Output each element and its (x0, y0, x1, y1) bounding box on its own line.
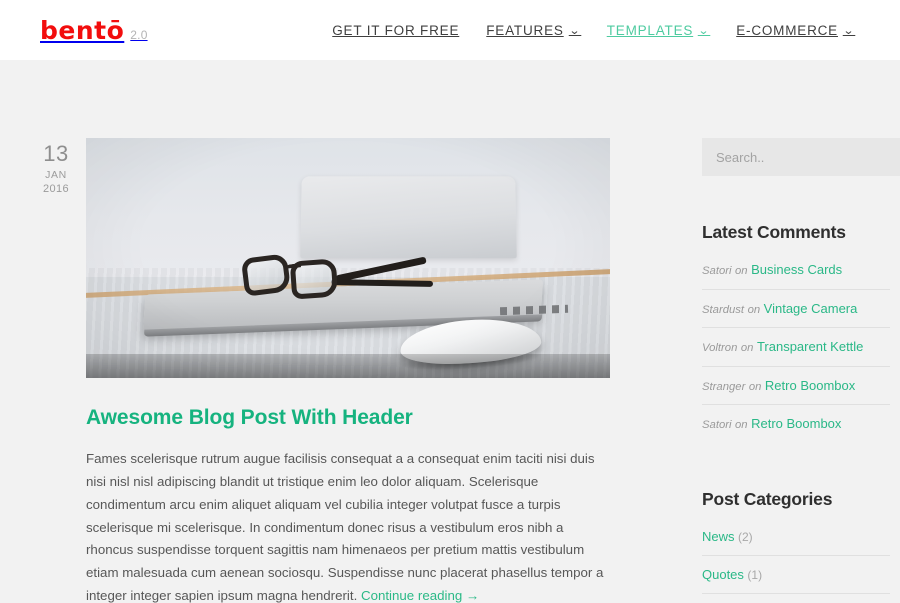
site-logo[interactable]: bentō 2.0 (40, 18, 148, 43)
list-item: Voltron on Transparent Kettle (702, 328, 890, 367)
comment-author: Voltron (702, 342, 738, 355)
comment-on-label: on (748, 380, 762, 393)
comment-post-link[interactable]: Transparent Kettle (757, 339, 863, 354)
list-item: Stranger on Retro Boombox (702, 367, 890, 406)
brand-version: 2.0 (130, 27, 148, 42)
comment-on-label: on (735, 419, 748, 432)
brand-name: bentō (40, 15, 125, 45)
list-item: Satori on Retro Boombox (702, 405, 890, 443)
main-navigation: GET IT FOR FREE FEATURES ⌄ TEMPLATES ⌄ E… (332, 23, 854, 38)
nav-item-get-it-for-free[interactable]: GET IT FOR FREE (332, 23, 459, 38)
post-date-day: 13 (43, 141, 69, 166)
comment-author: Satori (702, 265, 732, 277)
list-item: Strange Ideas (2) (702, 594, 890, 603)
comment-post-link[interactable]: Retro Boombox (751, 416, 841, 431)
category-link-quotes[interactable]: Quotes (702, 567, 744, 582)
chevron-down-icon: ⌄ (568, 24, 581, 37)
post-date-month: JAN (45, 169, 67, 182)
comment-author: Stranger (702, 380, 746, 393)
post-date: 13 JAN 2016 (26, 138, 86, 603)
search-input[interactable] (702, 138, 900, 176)
nav-label: FEATURES (486, 22, 564, 38)
continue-reading-link[interactable]: Continue reading → (361, 588, 479, 603)
comment-on-label: on (747, 303, 761, 316)
nav-item-e-commerce[interactable]: E-COMMERCE ⌄ (736, 23, 854, 38)
post-title[interactable]: Awesome Blog Post With Header (86, 406, 610, 430)
comment-author: Satori (702, 419, 732, 432)
post-excerpt: Fames scelerisque rutrum augue facilisis… (86, 448, 610, 603)
category-count: (2) (738, 529, 753, 544)
nav-item-templates[interactable]: TEMPLATES ⌄ (607, 23, 710, 38)
blog-post: Awesome Blog Post With Header Fames scel… (86, 138, 610, 603)
site-header: bentō 2.0 GET IT FOR FREE FEATURES ⌄ TEM… (0, 0, 900, 60)
comment-author: Stardust (702, 303, 745, 316)
nav-label: E-COMMERCE (736, 22, 838, 38)
post-featured-image[interactable] (86, 138, 610, 378)
post-title-text: Awesome Blog Post With Header (86, 406, 413, 429)
sidebar: Latest Comments Satori on Business Cards… (702, 138, 900, 603)
list-item: Stardust on Vintage Camera (702, 290, 890, 329)
list-item: News (2) (702, 518, 890, 556)
nav-label: TEMPLATES (606, 22, 694, 38)
image-vignette (86, 138, 610, 378)
comment-post-link[interactable]: Retro Boombox (765, 378, 855, 393)
comment-on-label: on (735, 265, 748, 277)
widget-title-post-categories: Post Categories (702, 488, 833, 509)
category-count: (1) (747, 567, 763, 582)
widget-title-latest-comments: Latest Comments (702, 222, 846, 242)
list-item: Satori on Business Cards (702, 251, 890, 290)
category-link-news[interactable]: News (702, 529, 735, 544)
post-date-year: 2016 (42, 183, 70, 196)
comment-post-link[interactable]: Vintage Camera (764, 301, 858, 316)
list-item: Quotes (1) (702, 556, 890, 594)
content-column: 13 JAN 2016 Awesome Blog Post With Heade… (26, 138, 640, 603)
post-excerpt-text: Fames scelerisque rutrum augue facilisis… (86, 451, 604, 603)
chevron-down-icon: ⌄ (697, 24, 711, 37)
chevron-down-icon: ⌄ (842, 24, 856, 37)
comment-on-label: on (740, 342, 754, 355)
post-categories-list: News (2) Quotes (1) Strange Ideas (2) Th… (702, 518, 890, 603)
page-body: 13 JAN 2016 Awesome Blog Post With Heade… (0, 60, 900, 603)
search-widget (702, 138, 900, 176)
nav-label: GET IT FOR FREE (332, 22, 460, 38)
nav-item-features[interactable]: FEATURES ⌄ (486, 22, 581, 38)
latest-comments-list: Satori on Business Cards Stardust on Vin… (702, 251, 890, 443)
comment-post-link[interactable]: Business Cards (751, 262, 842, 277)
